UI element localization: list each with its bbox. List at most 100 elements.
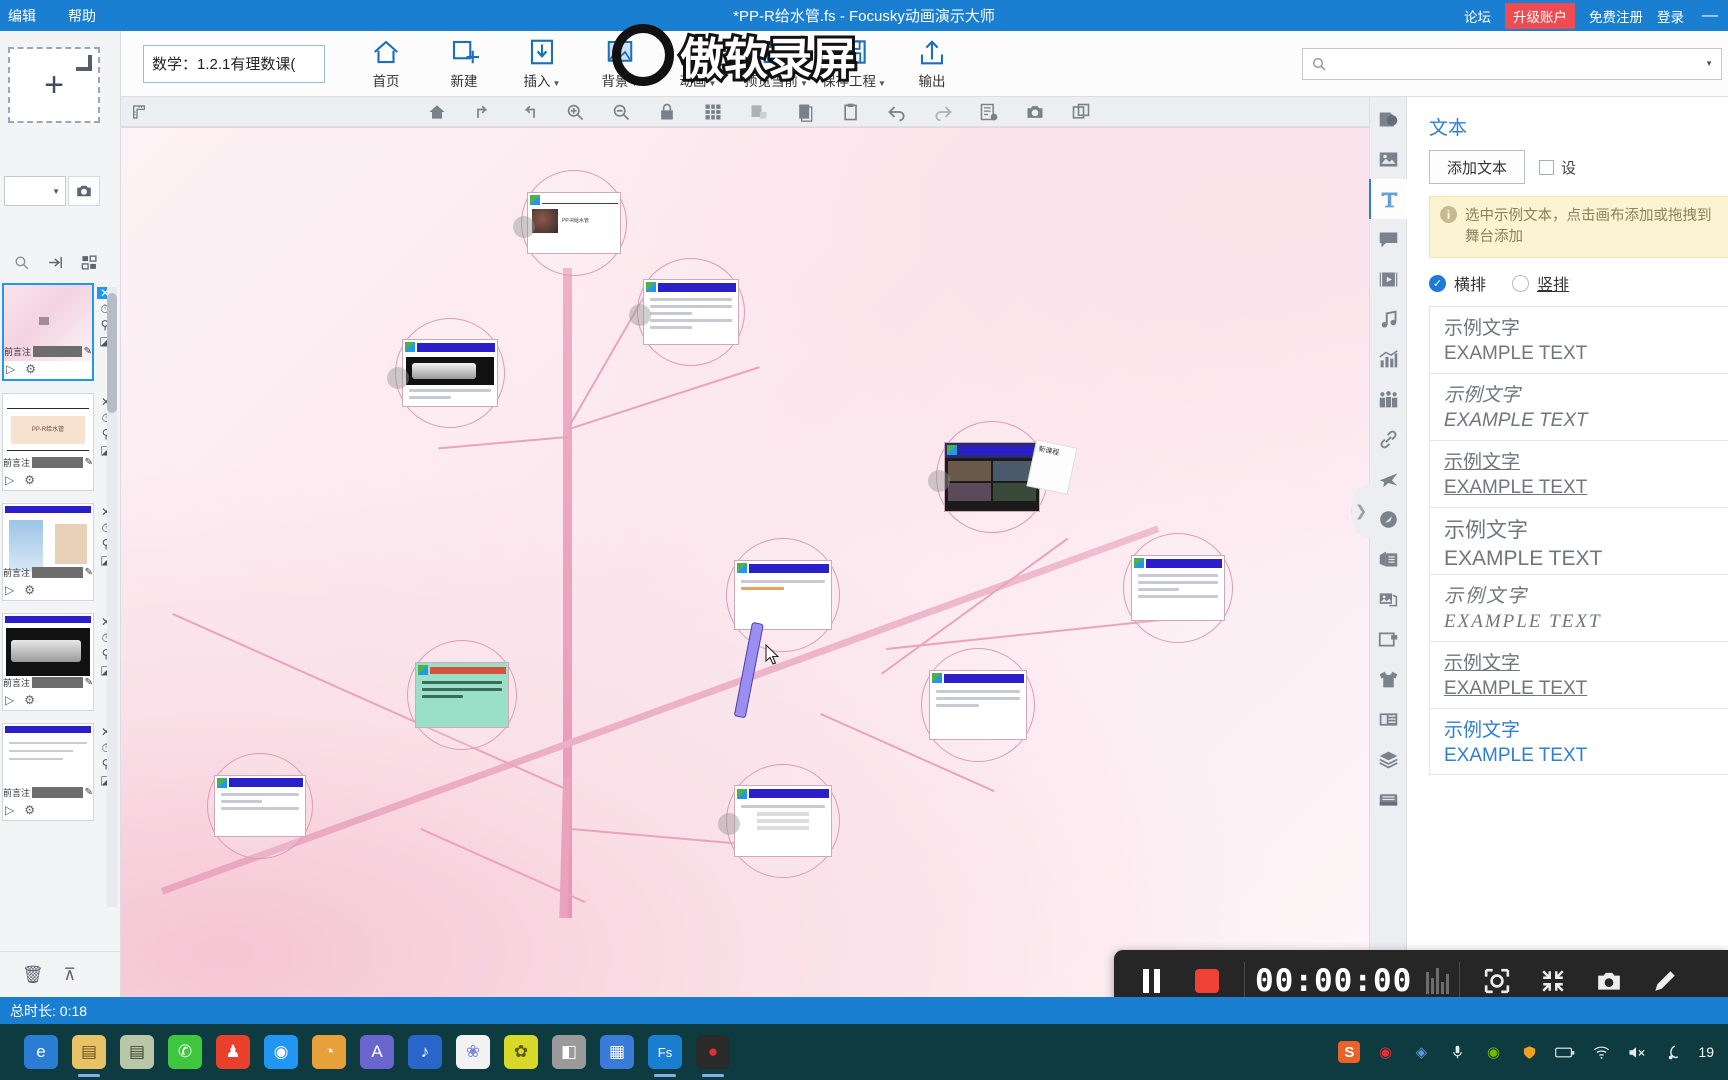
rail-item-link[interactable] (1369, 419, 1407, 459)
tray-volume-muted-icon[interactable] (1626, 1041, 1648, 1063)
text-style-1[interactable]: 示例文字 EXAMPLE TEXT (1429, 306, 1728, 374)
tray-box-icon[interactable]: ◈ (1410, 1041, 1432, 1063)
text-style-2[interactable]: 示例文字 EXAMPLE TEXT (1429, 373, 1728, 441)
tray-wifi-icon[interactable] (1590, 1041, 1612, 1063)
orientation-vertical[interactable]: 竖排 (1512, 271, 1569, 295)
rail-item-shape[interactable] (1369, 499, 1407, 539)
text-style-4[interactable]: 示例文字 EXAMPLE TEXT (1429, 507, 1728, 575)
sidebar-scrollbar-thumb[interactable] (107, 293, 117, 413)
gear-icon[interactable]: ⚙ (24, 473, 35, 487)
insert-button[interactable]: 插入 ▼ (503, 33, 581, 95)
new-slide-placeholder[interactable]: + (8, 47, 100, 123)
tray-snipaste-icon[interactable]: S (1338, 1041, 1361, 1063)
slide-thumb-5[interactable]: 前言注 ✎ ▷ ⚙ ✕ ⏱ ⚲ ◪ (2, 723, 112, 821)
taskbar-app-11[interactable]: ✿ (504, 1035, 538, 1069)
home-icon[interactable] (427, 102, 447, 122)
node-drag-handle[interactable] (387, 367, 409, 389)
slide-thumb-3[interactable]: 前言注 ✎ ▷ ⚙ ✕ ⏱ ⚲ ◪ (2, 503, 112, 601)
grid-icon[interactable] (703, 102, 723, 122)
rail-item-banner[interactable] (1369, 539, 1407, 579)
align-icon[interactable] (749, 102, 769, 122)
text-style-3[interactable]: 示例文字 EXAMPLE TEXT (1429, 440, 1728, 508)
node-drag-handle[interactable] (718, 813, 740, 835)
gear-icon[interactable]: ⚙ (24, 803, 35, 817)
tray-nvidia-icon[interactable]: ◉ (1482, 1041, 1504, 1063)
canvas-node-6[interactable] (1123, 533, 1233, 643)
rail-item-media[interactable] (1369, 99, 1407, 139)
canvas-node-3[interactable] (387, 318, 505, 428)
taskbar-notepad[interactable]: ▤ (120, 1035, 154, 1069)
add-text-button[interactable]: 添加文本 (1429, 150, 1525, 184)
rail-item-music[interactable] (1369, 299, 1407, 339)
canvas-node-10[interactable] (718, 764, 840, 878)
orientation-horizontal[interactable]: ✓ 横排 (1429, 271, 1486, 295)
canvas-sticky-note[interactable]: 新课程 (1026, 439, 1078, 495)
upgrade-account-button[interactable]: 升级账户 (1505, 2, 1575, 29)
lock-icon[interactable] (657, 102, 677, 122)
taskbar-app-12[interactable]: ◧ (552, 1035, 586, 1069)
save-project-button[interactable]: 保存工程 ▼ (815, 33, 893, 95)
node-drag-handle[interactable] (629, 304, 651, 326)
taskbar-app-13[interactable]: ▦ (600, 1035, 634, 1069)
undo-icon[interactable] (887, 102, 907, 122)
search-box[interactable]: ▼ (1302, 47, 1722, 80)
sidebar-collapse-button[interactable] (40, 248, 70, 276)
rail-item-image[interactable] (1369, 139, 1407, 179)
gear-icon[interactable]: ⚙ (24, 693, 35, 707)
slide-size-select[interactable]: ▼ (4, 176, 66, 206)
play-icon[interactable]: ▷ (5, 803, 14, 817)
taskbar-app-9[interactable]: ♪ (408, 1035, 442, 1069)
slide-thumb-1[interactable]: 前言注 ✎ ▷ ⚙ ✕ ⏱ ⚲ ◪ (2, 283, 113, 381)
canvas-node-7[interactable] (407, 640, 517, 750)
canvas-node-9[interactable] (207, 753, 313, 859)
node-drag-handle[interactable] (513, 216, 535, 238)
copy-icon[interactable] (795, 102, 815, 122)
canvas-node-5[interactable] (726, 538, 840, 652)
search-input[interactable] (1333, 55, 1698, 72)
text-style-5[interactable]: 示例文字 EXAMPLE TEXT (1429, 574, 1728, 642)
paste-icon[interactable] (841, 102, 861, 122)
rail-item-frame[interactable] (1369, 619, 1407, 659)
duplicate-icon[interactable] (1071, 102, 1091, 122)
taskbar-app-10[interactable]: ❀ (456, 1035, 490, 1069)
tray-microphone-icon[interactable] (1446, 1041, 1468, 1063)
gear-icon[interactable]: ⚙ (25, 362, 36, 376)
rail-item-gallery[interactable] (1369, 579, 1407, 619)
pencil-icon[interactable]: ✎ (85, 787, 93, 798)
radio-selected-icon[interactable]: ✓ (1429, 274, 1446, 292)
checkbox-icon[interactable] (1539, 159, 1554, 175)
zoom-out-icon[interactable] (611, 102, 631, 122)
rail-item-layout[interactable] (1369, 699, 1407, 739)
notes-icon[interactable] (979, 102, 999, 122)
sidebar-layout-button[interactable] (74, 248, 104, 276)
tray-shield-icon[interactable] (1518, 1041, 1540, 1063)
presentation-canvas[interactable]: PP-R给水管 新课程 (121, 127, 1391, 997)
rail-item-characters[interactable] (1369, 379, 1407, 419)
slide-thumbnail-list[interactable]: 前言注 ✎ ▷ ⚙ ✕ ⏱ ⚲ ◪ PP-R给水管 前言注 ✎ ▷ ⚙ ✕ ⏱ … (0, 283, 121, 921)
play-icon[interactable]: ▷ (5, 583, 14, 597)
capture-slide-button[interactable] (68, 176, 100, 206)
forum-link[interactable]: 论坛 (1464, 6, 1491, 26)
rail-item-callout[interactable] (1369, 219, 1407, 259)
pencil-icon[interactable]: ✎ (85, 567, 93, 578)
taskbar-focusky[interactable]: Fs (648, 1035, 682, 1077)
pencil-icon[interactable]: ✎ (85, 677, 93, 688)
new-button[interactable]: 新建 (425, 33, 503, 95)
rail-item-flight[interactable] (1369, 459, 1407, 499)
text-style-7[interactable]: 示例文字 EXAMPLE TEXT (1429, 708, 1728, 776)
minimize-button[interactable]: — (1698, 7, 1722, 25)
slide-thumb-2[interactable]: PP-R给水管 前言注 ✎ ▷ ⚙ ✕ ⏱ ⚲ ◪ (2, 393, 112, 491)
panel-option-checkbox[interactable]: 设 (1539, 157, 1576, 178)
pencil-icon[interactable]: ✎ (85, 457, 93, 468)
taskbar-recorder[interactable]: ● (696, 1035, 730, 1077)
background-button[interactable]: 背景 ▼ (581, 33, 659, 95)
taskbar-clock[interactable]: 19 (1698, 1044, 1714, 1060)
canvas-node-1[interactable]: PP-R给水管 (513, 170, 627, 276)
output-button[interactable]: 输出 (893, 33, 971, 95)
zoom-in-icon[interactable] (565, 102, 585, 122)
sidebar-zoom-button[interactable] (6, 248, 36, 276)
rail-item-video[interactable] (1369, 259, 1407, 299)
rail-item-chart[interactable] (1369, 339, 1407, 379)
trash-icon[interactable]: 🗑 (22, 965, 44, 985)
taskbar-app-7[interactable]: ◔ (312, 1035, 346, 1069)
